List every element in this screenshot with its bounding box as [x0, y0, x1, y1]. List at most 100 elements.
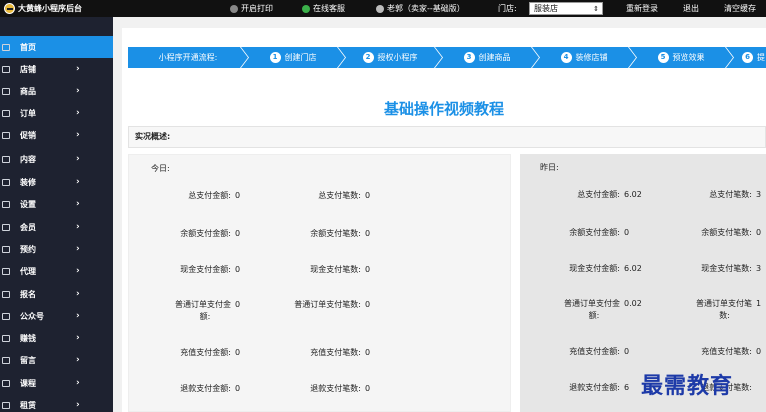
stat-value: 0 — [365, 229, 371, 238]
stat-key: 余额支付笔数: — [310, 229, 361, 238]
today-stat: 总支付笔数: 0 — [279, 190, 370, 202]
stat-value: 0 — [365, 348, 371, 357]
today-stat: 普通订单支付笔数: 0 — [279, 299, 370, 311]
yesterday-stat: 总支付金额: 6.02 — [538, 189, 642, 201]
store-icon — [2, 65, 10, 73]
sidebar-item-label: 订单 — [20, 108, 36, 118]
step-number: 3 — [464, 52, 475, 63]
print-label: 开启打印 — [241, 4, 273, 13]
stat-key: 退款支付笔数: — [310, 384, 361, 393]
sidebar-item-label: 内容 — [20, 154, 36, 164]
step-number: 1 — [270, 52, 281, 63]
step-label: 预览效果 — [672, 53, 705, 62]
stat-key: 余额支付金额: — [180, 229, 231, 238]
store-label: 门店: — [498, 4, 517, 13]
today-label: 今日: — [151, 164, 170, 173]
sidebar-item-orders[interactable]: 订单 › — [0, 102, 113, 124]
stat-key: 数: — [719, 311, 730, 320]
stat-key: 现金支付金额: — [180, 265, 231, 274]
step-preview[interactable]: 5 预览效果 — [629, 47, 733, 68]
sidebar-item-label: 预约 — [20, 244, 36, 254]
today-stat: 总支付金额: 0 — [149, 190, 240, 202]
chevron-right-icon: › — [76, 400, 80, 410]
agent-icon — [2, 267, 10, 275]
sidebar-item-signup[interactable]: 报名 › — [0, 283, 113, 305]
sidebar-item-official-account[interactable]: 公众号 › — [0, 305, 113, 327]
step-number: 6 — [742, 52, 753, 63]
sidebar-item-rental[interactable]: 租赁 › — [0, 394, 113, 412]
stat-key: 充值支付笔数: — [310, 348, 361, 357]
wechat-icon — [302, 4, 310, 13]
video-tutorial-link[interactable]: 基础操作视频教程 — [122, 98, 766, 119]
overview-header: 实况概述: — [128, 126, 766, 148]
brand-logo[interactable]: 大黄蜂小程序后台 — [4, 3, 82, 14]
stat-key: 总支付金额: — [188, 191, 231, 200]
stat-value: 0 — [235, 384, 241, 393]
today-panel: 今日: 总支付金额: 0 总支付笔数: 0 余额支付金额: 0 余额支付笔数: 0 现金… — [128, 154, 511, 412]
chevron-right-icon: › — [76, 333, 80, 343]
members-icon — [2, 223, 10, 231]
stat-value: 0 — [235, 191, 241, 200]
stat-value: 0.02 — [624, 299, 642, 308]
sidebar-item-members[interactable]: 会员 › — [0, 216, 113, 238]
relogin-link[interactable]: 重新登录 — [626, 3, 658, 14]
sidebar-item-content[interactable]: 内容 › — [0, 148, 113, 170]
stat-value: 0 — [365, 384, 371, 393]
user-account-link[interactable]: 老郭（卖家--基础版） — [376, 3, 465, 14]
yesterday-stat: 普通订单支付笔 1 — [670, 298, 761, 310]
stat-value: 0 — [365, 191, 371, 200]
decoration-icon — [2, 178, 10, 186]
step-create-goods[interactable]: 3 创建商品 — [435, 47, 539, 68]
messages-icon — [2, 356, 10, 364]
stat-value: 0 — [235, 348, 241, 357]
sidebar-item-store[interactable]: 店铺 › — [0, 58, 113, 80]
chevron-right-icon: › — [76, 64, 80, 74]
stat-key: 余额支付金额: — [569, 228, 620, 237]
step-label: 授权小程序 — [377, 53, 418, 62]
chevron-right-icon: › — [76, 244, 80, 254]
print-toggle[interactable]: 开启打印 — [230, 3, 273, 14]
sidebar-item-agent[interactable]: 代理 › — [0, 260, 113, 282]
yesterday-stat: 现金支付金额: 6.02 — [538, 263, 642, 275]
sidebar-item-earn[interactable]: 赚钱 › — [0, 327, 113, 349]
today-stat: 现金支付笔数: 0 — [279, 264, 370, 276]
sidebar: 首页 店铺 › 商品 › 订单 › 促销 › 内容 › 装修 › 设置 › 会员… — [0, 17, 113, 412]
stat-key: 充值支付金额: — [569, 347, 620, 356]
step-create-store[interactable]: 1 创建门店 — [241, 47, 345, 68]
select-arrows-icon: ⇕ — [593, 5, 599, 13]
brand-name: 大黄蜂小程序后台 — [18, 4, 82, 13]
sidebar-item-home[interactable]: 首页 — [0, 36, 113, 58]
stat-key: 总支付笔数: — [709, 190, 752, 199]
sidebar-item-label: 赚钱 — [20, 333, 36, 343]
store-select-value: 服装店 — [534, 4, 558, 13]
sidebar-item-promotion[interactable]: 促销 › — [0, 124, 113, 146]
content-icon — [2, 155, 10, 163]
sidebar-item-label: 首页 — [20, 42, 36, 52]
chevron-right-icon: › — [76, 86, 80, 96]
sidebar-item-label: 装修 — [20, 177, 36, 187]
sidebar-item-messages[interactable]: 留言 › — [0, 349, 113, 371]
stat-key: 现金支付笔数: — [310, 265, 361, 274]
sidebar-item-booking[interactable]: 预约 › — [0, 238, 113, 260]
chevron-right-icon: › — [76, 266, 80, 276]
sidebar-item-label: 公众号 — [20, 311, 44, 321]
clear-cache-link[interactable]: 清空缓存 — [724, 3, 756, 14]
logout-link[interactable]: 退出 — [683, 3, 699, 14]
today-stat: 充值支付金额: 0 — [149, 347, 240, 359]
sidebar-item-goods[interactable]: 商品 › — [0, 80, 113, 102]
step-decorate-store[interactable]: 4 装修店铺 — [532, 47, 636, 68]
store-select[interactable]: 服装店 ⇕ — [529, 2, 603, 15]
sidebar-item-settings[interactable]: 设置 › — [0, 193, 113, 215]
stat-value: 0 — [235, 300, 241, 309]
step-label: 装修店铺 — [575, 53, 608, 62]
step-authorize-miniprogram[interactable]: 2 授权小程序 — [338, 47, 442, 68]
top-bar: 大黄蜂小程序后台 开启打印 在线客服 老郭（卖家--基础版） 门店: 服装店 ⇕… — [0, 0, 766, 17]
sidebar-item-decoration[interactable]: 装修 › — [0, 171, 113, 193]
steps-intro-label: 小程序开通流程: — [158, 53, 218, 62]
watermark: 最需教育 — [641, 373, 734, 399]
stat-key: 普通订单支付笔数: — [294, 300, 361, 309]
chevron-right-icon: › — [76, 222, 80, 232]
yesterday-stat-wrap: 数: — [670, 310, 752, 322]
sidebar-item-courses[interactable]: 课程 › — [0, 372, 113, 394]
online-service-link[interactable]: 在线客服 — [302, 3, 345, 14]
